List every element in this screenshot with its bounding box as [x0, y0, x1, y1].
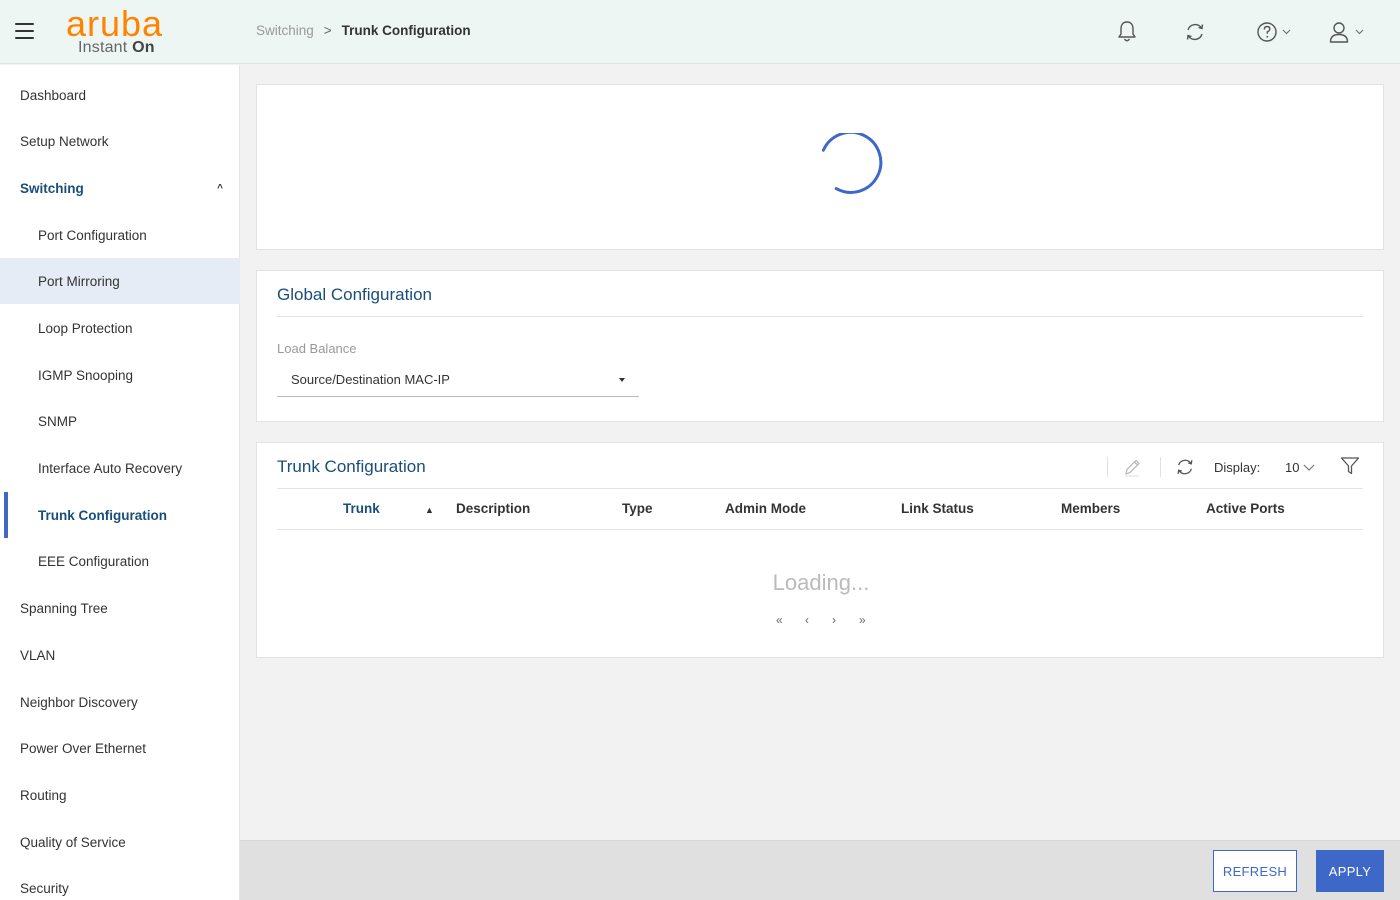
- hamburger-menu-icon[interactable]: [15, 23, 34, 41]
- sidebar-item-label: Loop Protection: [38, 320, 133, 336]
- table-refresh-icon[interactable]: [1175, 457, 1195, 482]
- sidebar-item-spanning-tree[interactable]: Spanning Tree: [0, 585, 240, 631]
- filter-icon[interactable]: [1340, 456, 1360, 481]
- sidebar-item-label: VLAN: [20, 647, 56, 663]
- column-header-active-ports[interactable]: Active Ports: [1206, 501, 1285, 516]
- sidebar-item-snmp[interactable]: SNMP: [0, 398, 240, 444]
- sidebar-item-power-over-ethernet[interactable]: Power Over Ethernet: [0, 725, 240, 771]
- sidebar-item-switching[interactable]: Switching ^: [0, 165, 240, 211]
- sidebar-item-label: Quality of Service: [20, 834, 126, 850]
- pager-prev[interactable]: ‹: [805, 613, 809, 627]
- chevron-down-icon[interactable]: [1303, 460, 1315, 478]
- chevron-up-icon: ^: [217, 183, 223, 194]
- global-configuration-card: Global Configuration Load Balance Source…: [256, 270, 1384, 422]
- sidebar-item-label: Neighbor Discovery: [20, 694, 138, 710]
- top-bar: aruba Instant On Switching > Trunk Confi…: [0, 0, 1400, 64]
- edit-pencil-icon[interactable]: [1123, 457, 1141, 482]
- sidebar-item-interface-auto-recovery[interactable]: Interface Auto Recovery: [0, 445, 240, 491]
- column-header-admin-mode[interactable]: Admin Mode: [725, 501, 806, 516]
- sidebar-item-quality-of-service[interactable]: Quality of Service: [0, 819, 240, 865]
- sidebar-item-eee-configuration[interactable]: EEE Configuration: [0, 538, 240, 584]
- sidebar-item-igmp-snooping[interactable]: IGMP Snooping: [0, 352, 240, 398]
- sidebar-item-label: SNMP: [38, 413, 78, 429]
- divider: [277, 529, 1363, 530]
- toolbar-separator: [1160, 457, 1161, 477]
- load-balance-select[interactable]: Source/Destination MAC-IP: [277, 363, 639, 397]
- sidebar-item-label: Trunk Configuration: [38, 507, 167, 523]
- logo-product: Instant On: [78, 39, 155, 57]
- user-icon[interactable]: [1329, 20, 1367, 44]
- caret-down-icon: [619, 378, 625, 382]
- breadcrumb-separator: >: [323, 23, 332, 38]
- pager-first[interactable]: «: [776, 613, 783, 627]
- trunk-configuration-title: Trunk Configuration: [277, 457, 426, 476]
- load-balance-label: Load Balance: [277, 341, 357, 356]
- sidebar-item-label: IGMP Snooping: [38, 367, 134, 383]
- sort-ascending-icon[interactable]: ▲: [425, 505, 434, 515]
- sidebar-item-neighbor-discovery[interactable]: Neighbor Discovery: [0, 679, 240, 725]
- table-loading-text: Loading...: [772, 570, 870, 595]
- column-header-description[interactable]: Description: [456, 501, 530, 516]
- logo-product-prefix: Instant: [78, 39, 133, 56]
- sidebar-item-label: Port Mirroring: [38, 273, 120, 289]
- sidebar-item-port-configuration[interactable]: Port Configuration: [0, 212, 240, 258]
- breadcrumb-current: Trunk Configuration: [341, 23, 471, 38]
- sidebar: Dashboard Setup Network Switching ^ Port …: [0, 65, 240, 900]
- sidebar-item-label: Spanning Tree: [20, 600, 108, 616]
- divider: [277, 488, 1363, 489]
- global-configuration-title: Global Configuration: [277, 285, 432, 304]
- load-balance-value: Source/Destination MAC-IP: [291, 372, 450, 387]
- bell-icon[interactable]: [1116, 20, 1138, 44]
- aruba-instant-on-logo: aruba Instant On: [66, 6, 176, 60]
- column-header-link-status[interactable]: Link Status: [901, 501, 974, 516]
- help-icon[interactable]: [1257, 20, 1293, 44]
- pager-next[interactable]: ›: [832, 613, 836, 627]
- breadcrumb-parent[interactable]: Switching: [256, 23, 314, 38]
- column-header-type[interactable]: Type: [622, 501, 653, 516]
- sidebar-item-label: Routing: [20, 787, 67, 803]
- sidebar-item-label: EEE Configuration: [38, 553, 150, 569]
- display-count-select[interactable]: 10: [1285, 460, 1299, 475]
- display-label: Display:: [1214, 460, 1261, 475]
- breadcrumb: Switching > Trunk Configuration: [256, 23, 471, 38]
- sidebar-item-loop-protection[interactable]: Loop Protection: [0, 305, 240, 351]
- sidebar-item-routing[interactable]: Routing: [0, 772, 240, 818]
- sidebar-item-setup-network[interactable]: Setup Network: [0, 118, 240, 164]
- sidebar-item-trunk-configuration[interactable]: Trunk Configuration: [0, 492, 240, 538]
- sidebar-item-port-mirroring[interactable]: Port Mirroring: [0, 258, 240, 304]
- refresh-icon[interactable]: [1184, 20, 1206, 44]
- sidebar-item-label: Switching: [20, 180, 84, 196]
- sidebar-item-label: Dashboard: [20, 87, 87, 103]
- sidebar-item-label: Security: [20, 880, 69, 896]
- pager-last[interactable]: »: [859, 613, 866, 627]
- logo-wordmark: aruba: [66, 3, 164, 44]
- logo-product-suffix: On: [132, 39, 155, 56]
- apply-button[interactable]: APPLY: [1316, 850, 1384, 892]
- column-header-trunk[interactable]: Trunk: [343, 501, 380, 516]
- sidebar-item-label: Setup Network: [20, 133, 109, 149]
- sidebar-item-security[interactable]: Security: [0, 865, 240, 900]
- refresh-button[interactable]: REFRESH: [1213, 850, 1297, 892]
- sidebar-item-label: Interface Auto Recovery: [38, 460, 183, 476]
- trunk-configuration-card: Trunk Configuration Display: 10 Trunk ▲ …: [256, 442, 1384, 658]
- sidebar-item-vlan[interactable]: VLAN: [0, 632, 240, 678]
- divider: [277, 316, 1363, 317]
- sidebar-item-dashboard[interactable]: Dashboard: [0, 72, 240, 118]
- loading-panel: [256, 84, 1384, 250]
- column-header-members[interactable]: Members: [1061, 501, 1120, 516]
- toolbar-separator: [1107, 457, 1108, 477]
- loading-spinner-icon: [821, 133, 883, 194]
- sidebar-item-label: Power Over Ethernet: [20, 740, 147, 756]
- sidebar-item-label: Port Configuration: [38, 227, 147, 243]
- footer-bar: REFRESH APPLY: [240, 840, 1400, 900]
